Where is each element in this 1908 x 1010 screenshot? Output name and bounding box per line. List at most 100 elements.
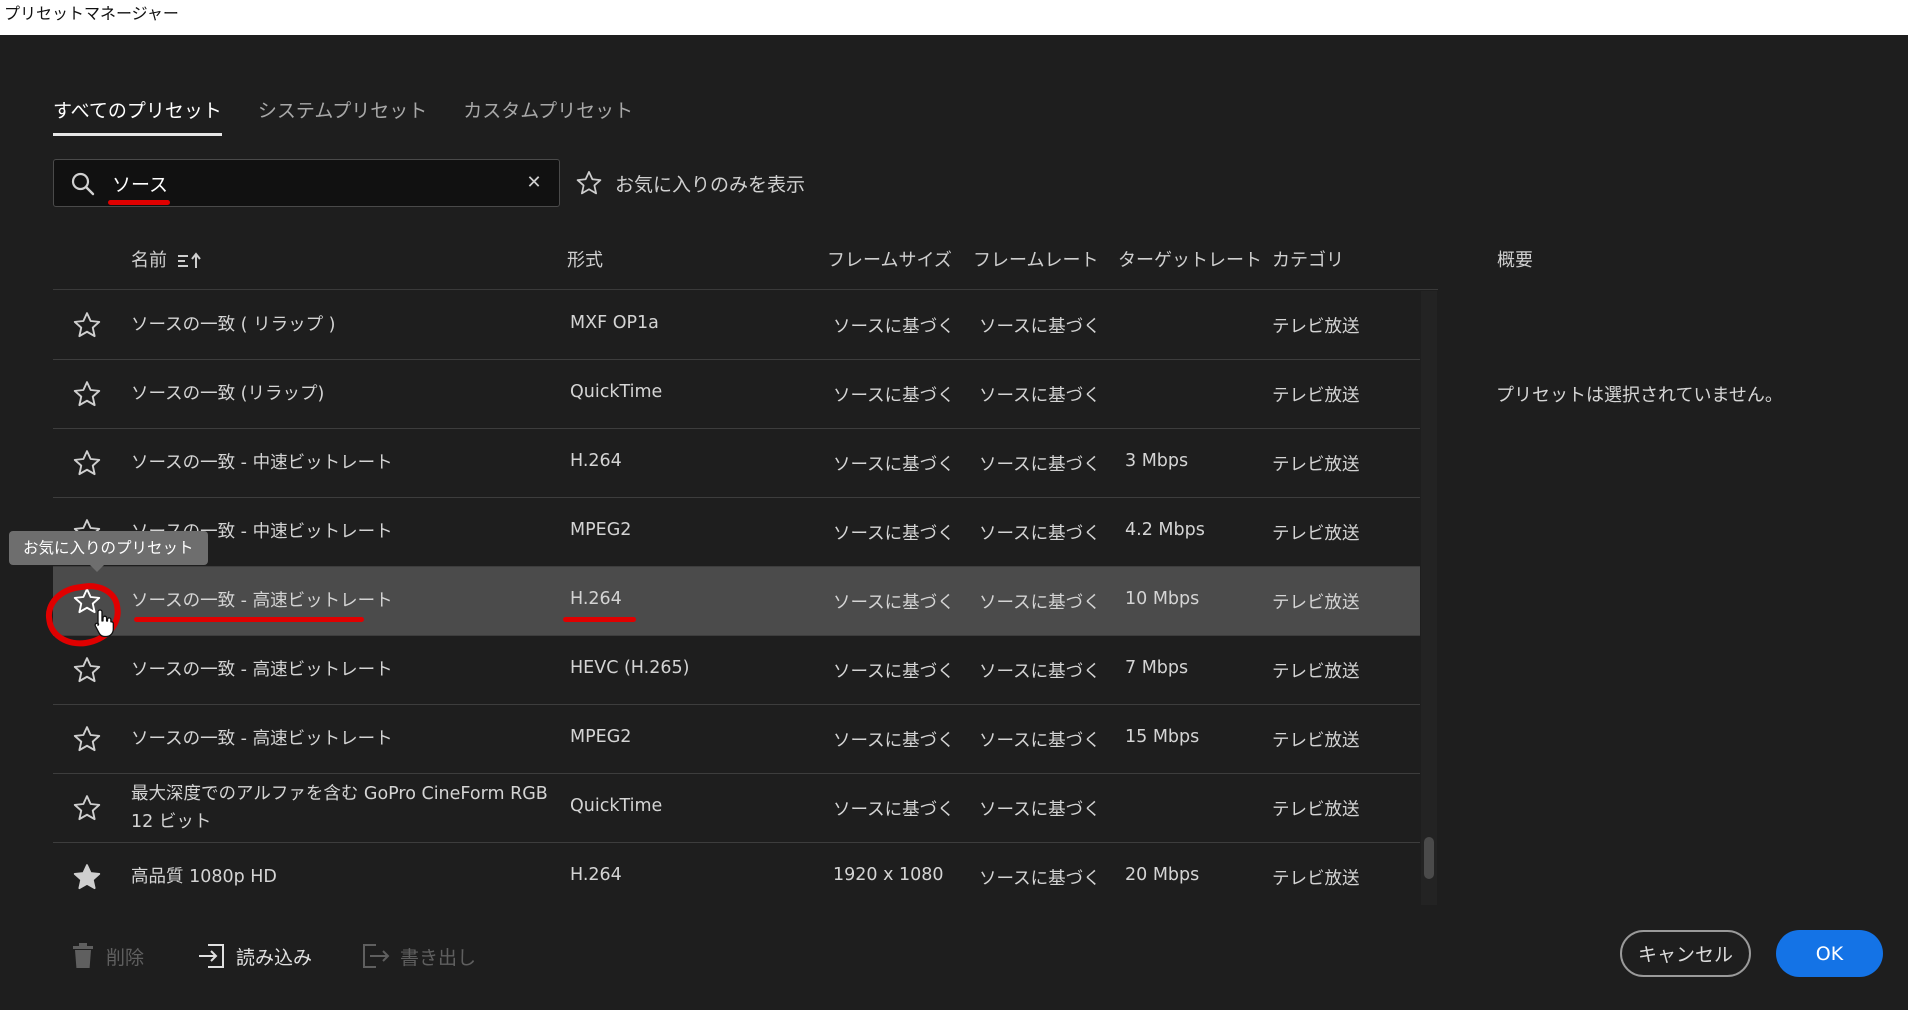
row-category: テレビ放送 (1272, 662, 1360, 682)
row-target-rate: 10 Mbps (1125, 589, 1200, 609)
annotation-underline-name (134, 617, 364, 622)
star-filled-icon[interactable] (72, 862, 102, 892)
star-outline-icon[interactable] (72, 724, 102, 754)
column-header-target-rate[interactable]: ターゲットレート (1118, 246, 1262, 272)
preset-tabs: すべてのプリセット システムプリセット カスタムプリセット (53, 96, 633, 136)
column-header-frame-rate[interactable]: フレームレート (973, 246, 1098, 272)
star-outline-icon[interactable] (72, 793, 102, 823)
row-category: テレビ放送 (1272, 731, 1360, 751)
row-target-rate: 15 Mbps (1125, 727, 1200, 747)
tab-all-presets[interactable]: すべてのプリセット (53, 96, 222, 136)
window-title: プリセットマネージャー (0, 0, 1908, 35)
row-frame-size: 1920 x 1080 (833, 865, 944, 885)
tab-custom-presets[interactable]: カスタムプリセット (463, 96, 633, 136)
column-header-format[interactable]: 形式 (567, 246, 603, 272)
star-outline-icon[interactable] (72, 655, 102, 685)
column-header-category[interactable]: カテゴリ (1272, 246, 1344, 272)
row-frame-rate: ソースに基づく (979, 593, 1101, 613)
row-format: MPEG2 (570, 520, 632, 540)
import-icon (199, 944, 224, 968)
row-frame-size: ソースに基づく (833, 800, 955, 820)
row-frame-rate: ソースに基づく (979, 731, 1101, 751)
search-input[interactable] (112, 167, 512, 199)
row-name: 最大深度でのアルファを含む GoPro CineForm RGB 12 ビット (131, 784, 548, 832)
ok-button[interactable]: OK (1776, 930, 1883, 977)
trash-icon (73, 943, 93, 968)
row-category: テレビ放送 (1272, 317, 1360, 337)
row-format: H.264 (570, 589, 622, 609)
cancel-button[interactable]: キャンセル (1620, 930, 1751, 977)
export-label: 書き出し (400, 946, 477, 969)
row-frame-size: ソースに基づく (833, 524, 955, 544)
export-icon (363, 944, 390, 968)
row-name: ソースの一致 (リラップ) (131, 384, 325, 404)
row-frame-rate: ソースに基づく (979, 869, 1101, 889)
row-category: テレビ放送 (1272, 524, 1360, 544)
search-icon (71, 172, 95, 196)
column-header-frame-size[interactable]: フレームサイズ (827, 246, 952, 272)
row-category: テレビ放送 (1272, 455, 1360, 475)
row-frame-rate: ソースに基づく (979, 317, 1101, 337)
row-format: MXF OP1a (570, 313, 659, 333)
delete-button[interactable]: 削除 (70, 939, 144, 973)
import-label: 読み込み (236, 946, 313, 969)
export-button[interactable]: 書き出し (362, 939, 476, 973)
sort-ascending-icon (177, 252, 201, 268)
star-outline-icon[interactable] (72, 448, 102, 478)
tab-system-presets[interactable]: システムプリセット (258, 96, 427, 136)
clear-icon[interactable]: ✕ (523, 172, 545, 194)
row-format: H.264 (570, 865, 622, 885)
star-outline-icon (576, 171, 602, 195)
table-scrollbar[interactable] (1421, 291, 1437, 905)
row-format: QuickTime (570, 796, 663, 816)
column-header-name[interactable]: 名前 (131, 246, 203, 272)
row-name: ソースの一致 ( リラップ ) (131, 315, 336, 335)
table-row[interactable]: ソースの一致 (リラップ) QuickTime ソースに基づく ソースに基づく … (53, 360, 1420, 429)
table-row-selected[interactable]: ソースの一致 - 高速ビットレート H.264 ソースに基づく ソースに基づく … (53, 567, 1420, 636)
preset-table: ソースの一致 ( リラップ ) MXF OP1a ソースに基づく ソースに基づく… (53, 291, 1420, 905)
scrollbar-thumb[interactable] (1424, 837, 1434, 879)
row-category: テレビ放送 (1272, 800, 1360, 820)
search-box: ✕ (53, 159, 560, 207)
annotation-underline-format (563, 617, 636, 622)
row-format: HEVC (H.265) (570, 658, 690, 678)
table-row[interactable]: ソースの一致 - 高速ビットレート HEVC (H.265) ソースに基づく ソ… (53, 636, 1420, 705)
row-category: テレビ放送 (1272, 386, 1360, 406)
row-frame-size: ソースに基づく (833, 662, 955, 682)
row-name: ソースの一致 - 高速ビットレート (131, 591, 393, 611)
table-row[interactable]: ソースの一致 - 中速ビットレート H.264 ソースに基づく ソースに基づく … (53, 429, 1420, 498)
row-frame-size: ソースに基づく (833, 455, 955, 475)
overview-title: 概要 (1497, 250, 1533, 271)
star-outline-icon[interactable] (72, 310, 102, 340)
favorites-only-toggle[interactable]: お気に入りのみを表示 (575, 165, 805, 201)
favorites-only-label: お気に入りのみを表示 (615, 173, 806, 196)
row-frame-size: ソースに基づく (833, 593, 955, 613)
row-category: テレビ放送 (1272, 593, 1360, 613)
row-frame-size: ソースに基づく (833, 317, 955, 337)
table-row[interactable]: ソースの一致 - 高速ビットレート MPEG2 ソースに基づく ソースに基づく … (53, 705, 1420, 774)
row-format: QuickTime (570, 382, 663, 402)
table-row[interactable]: ソースの一致 ( リラップ ) MXF OP1a ソースに基づく ソースに基づく… (53, 291, 1420, 360)
row-frame-rate: ソースに基づく (979, 800, 1101, 820)
row-name: ソースの一致 - 中速ビットレート (131, 453, 393, 473)
row-frame-size: ソースに基づく (833, 386, 955, 406)
row-name: 高品質 1080p HD (131, 867, 277, 887)
import-button[interactable]: 読み込み (198, 939, 312, 973)
star-outline-icon[interactable] (72, 379, 102, 409)
column-header-name-label: 名前 (131, 250, 167, 271)
row-name: ソースの一致 - 高速ビットレート (131, 660, 393, 680)
row-target-rate: 7 Mbps (1125, 658, 1189, 678)
row-frame-rate: ソースに基づく (979, 524, 1101, 544)
row-target-rate: 20 Mbps (1125, 865, 1200, 885)
row-format: MPEG2 (570, 727, 632, 747)
hand-cursor-icon (94, 609, 114, 638)
table-row[interactable]: ソースの一致 - 中速ビットレート MPEG2 ソースに基づく ソースに基づく … (53, 498, 1420, 567)
table-row[interactable]: 最大深度でのアルファを含む GoPro CineForm RGB 12 ビット … (53, 774, 1420, 843)
table-row[interactable]: 高品質 1080p HD H.264 1920 x 1080 ソースに基づく 2… (53, 843, 1420, 905)
delete-label: 削除 (106, 946, 145, 969)
row-frame-size: ソースに基づく (833, 731, 955, 751)
dialog-footer: 削除 読み込み 書き出し キャンセル OK (0, 925, 1908, 985)
row-format: H.264 (570, 451, 622, 471)
row-target-rate: 3 Mbps (1125, 451, 1189, 471)
row-category: テレビ放送 (1272, 869, 1360, 889)
